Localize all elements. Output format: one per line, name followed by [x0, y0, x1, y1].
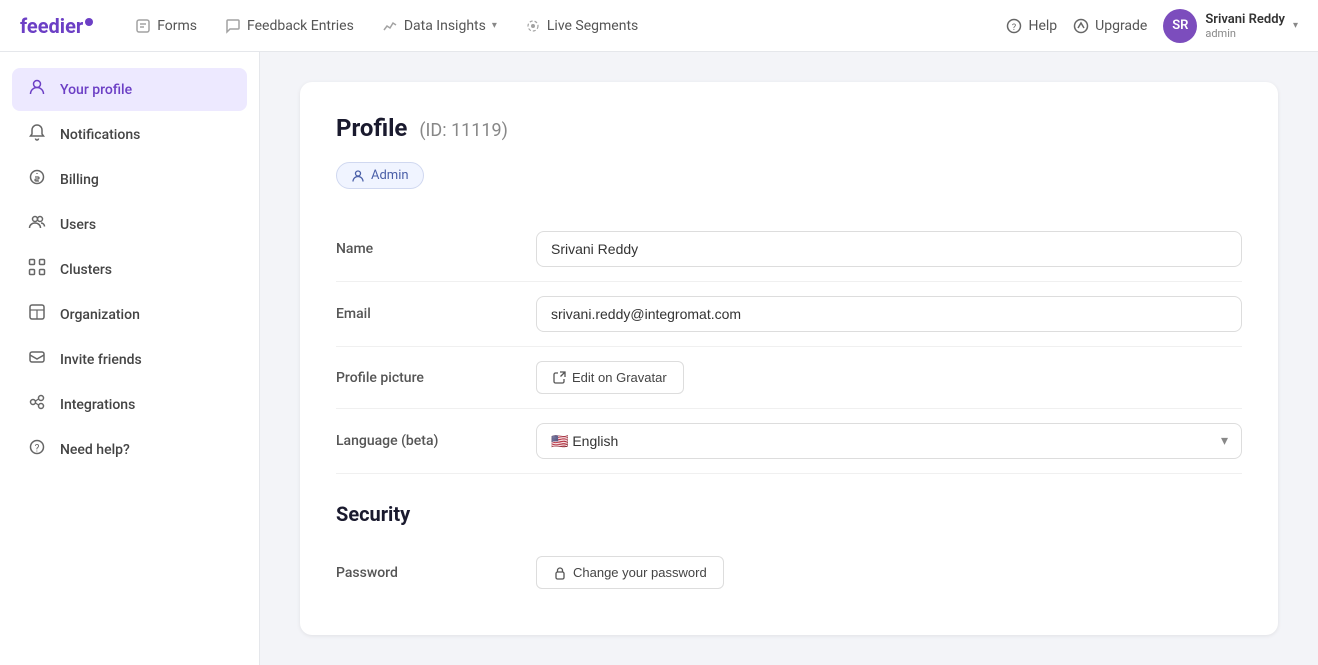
email-label: Email: [336, 306, 536, 322]
page-wrapper: Your profile Notifications Billing: [0, 0, 1318, 665]
user-name: Srivani Reddy: [1205, 12, 1285, 27]
top-nav: feedier Forms Feedback Entries Data Insi…: [0, 0, 1318, 52]
language-field-row: Language (beta) 🇺🇸 English: [336, 409, 1242, 474]
billing-icon: [26, 168, 48, 191]
change-password-button[interactable]: Change your password: [536, 556, 724, 589]
invite-icon: [26, 348, 48, 371]
sidebar-billing-label: Billing: [60, 172, 99, 188]
profile-title-text: Profile: [336, 114, 407, 142]
sidebar-integrations-label: Integrations: [60, 397, 135, 413]
sidebar-need-help-label: Need help?: [60, 442, 130, 458]
help-circle-icon: ?: [26, 438, 48, 461]
password-label: Password: [336, 565, 536, 581]
sidebar-item-users[interactable]: Users: [12, 203, 247, 246]
sidebar-organization-label: Organization: [60, 307, 140, 323]
email-field-row: Email: [336, 282, 1242, 347]
profile-picture-value: Edit on Gravatar: [536, 361, 1242, 394]
password-value: Change your password: [536, 556, 1242, 589]
language-select[interactable]: 🇺🇸 English: [536, 423, 1242, 459]
person-icon: [26, 78, 48, 101]
logo-dot: [85, 18, 93, 26]
avatar: SR: [1163, 9, 1197, 43]
sidebar-users-label: Users: [60, 217, 96, 233]
insights-icon: [382, 18, 398, 34]
language-select-wrapper: 🇺🇸 English: [536, 423, 1242, 459]
nav-forms-label: Forms: [157, 18, 197, 34]
forms-icon: [135, 18, 151, 34]
sidebar-notifications-label: Notifications: [60, 127, 140, 143]
lock-icon: [553, 566, 567, 580]
nav-links: Forms Feedback Entries Data Insights ▾ L…: [123, 12, 1006, 40]
edit-gravatar-button[interactable]: Edit on Gravatar: [536, 361, 684, 394]
clusters-icon: [26, 258, 48, 281]
users-icon: [26, 213, 48, 236]
name-input[interactable]: [536, 231, 1242, 267]
sidebar-item-your-profile[interactable]: Your profile: [12, 68, 247, 111]
sidebar-item-invite-friends[interactable]: Invite friends: [12, 338, 247, 381]
insights-dropdown-icon: ▾: [492, 20, 497, 31]
external-link-icon: [553, 371, 566, 384]
user-menu-chevron-icon: ▾: [1293, 20, 1298, 31]
profile-id: (ID: 11119): [419, 120, 508, 141]
nav-feedback-label: Feedback Entries: [247, 18, 354, 34]
sidebar-clusters-label: Clusters: [60, 262, 112, 278]
sidebar-item-need-help[interactable]: ? Need help?: [12, 428, 247, 471]
user-role: admin: [1205, 27, 1285, 40]
org-icon: [26, 303, 48, 326]
sidebar-invite-label: Invite friends: [60, 352, 142, 368]
nav-live-label: Live Segments: [547, 18, 638, 34]
profile-picture-label: Profile picture: [336, 370, 536, 386]
upgrade-link[interactable]: Upgrade: [1073, 18, 1147, 34]
name-label: Name: [336, 241, 536, 257]
nav-link-live-segments[interactable]: Live Segments: [513, 12, 650, 40]
edit-gravatar-label: Edit on Gravatar: [572, 370, 667, 385]
nav-link-data-insights[interactable]: Data Insights ▾: [370, 12, 509, 40]
sidebar-item-integrations[interactable]: Integrations: [12, 383, 247, 426]
language-value-wrapper: 🇺🇸 English: [536, 423, 1242, 459]
user-info: Srivani Reddy admin: [1205, 12, 1285, 40]
nav-link-forms[interactable]: Forms: [123, 12, 209, 40]
admin-badge: Admin: [336, 162, 424, 189]
user-menu[interactable]: SR Srivani Reddy admin ▾: [1163, 9, 1298, 43]
upgrade-icon: [1073, 18, 1089, 34]
help-icon: ?: [1006, 18, 1022, 34]
logo[interactable]: feedier: [20, 14, 93, 38]
upgrade-label: Upgrade: [1095, 18, 1147, 34]
svg-text:?: ?: [1012, 23, 1016, 33]
admin-badge-label: Admin: [371, 168, 409, 183]
integrations-icon: [26, 393, 48, 416]
sidebar-item-clusters[interactable]: Clusters: [12, 248, 247, 291]
help-link[interactable]: ? Help: [1006, 18, 1057, 34]
security-section-title: Security: [336, 502, 1242, 526]
profile-card: Profile (ID: 11119) Admin Name Em: [300, 82, 1278, 635]
feedback-icon: [225, 18, 241, 34]
name-field-row: Name: [336, 217, 1242, 282]
sidebar-your-profile-label: Your profile: [60, 82, 132, 98]
logo-text: feedier: [20, 14, 83, 38]
bell-icon: [26, 123, 48, 146]
nav-right: ? Help Upgrade SR Srivani Reddy admin ▾: [1006, 9, 1298, 43]
nav-insights-label: Data Insights: [404, 18, 486, 34]
name-value-wrapper: [536, 231, 1242, 267]
live-icon: [525, 18, 541, 34]
language-label: Language (beta): [336, 433, 536, 449]
sidebar-item-billing[interactable]: Billing: [12, 158, 247, 201]
profile-picture-row: Profile picture Edit on Gravatar: [336, 347, 1242, 409]
email-input[interactable]: [536, 296, 1242, 332]
sidebar: Your profile Notifications Billing: [0, 52, 260, 665]
email-value-wrapper: [536, 296, 1242, 332]
password-field-row: Password Change your password: [336, 542, 1242, 603]
svg-text:?: ?: [35, 444, 40, 455]
change-password-label: Change your password: [573, 565, 707, 580]
main-content: Profile (ID: 11119) Admin Name Em: [260, 52, 1318, 665]
help-label: Help: [1028, 18, 1057, 34]
sidebar-item-notifications[interactable]: Notifications: [12, 113, 247, 156]
admin-person-icon: [351, 169, 365, 183]
page-title: Profile (ID: 11119): [336, 114, 1242, 142]
nav-link-feedback-entries[interactable]: Feedback Entries: [213, 12, 366, 40]
sidebar-item-organization[interactable]: Organization: [12, 293, 247, 336]
